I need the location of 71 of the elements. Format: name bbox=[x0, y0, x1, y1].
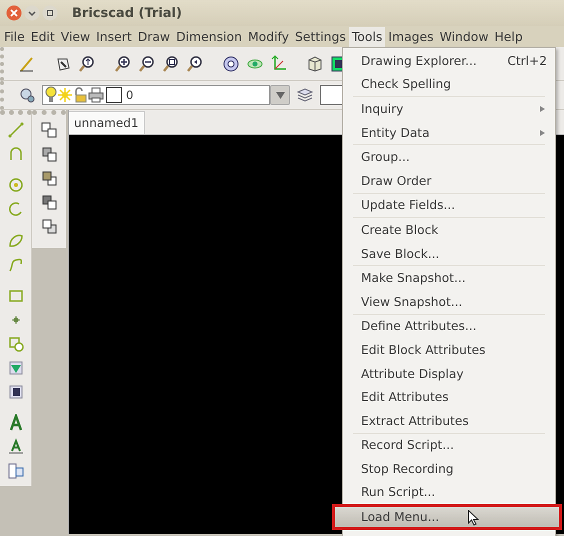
solid-icon[interactable] bbox=[6, 382, 24, 401]
bring-forward-icon[interactable] bbox=[40, 145, 58, 163]
submenu-arrow-icon bbox=[540, 130, 545, 136]
menu-item[interactable]: Insert bbox=[93, 26, 135, 46]
draw-order-icon[interactable] bbox=[40, 121, 58, 139]
cube-icon[interactable] bbox=[306, 54, 324, 72]
hatch-icon[interactable] bbox=[6, 358, 24, 377]
menu-item[interactable]: File bbox=[1, 26, 28, 46]
lightbulb-icon bbox=[45, 86, 57, 104]
bring-to-front-icon[interactable] bbox=[40, 193, 58, 211]
layer-states-icon[interactable] bbox=[18, 86, 36, 104]
caret-icon bbox=[276, 92, 284, 98]
menu-item[interactable]: Dimension bbox=[173, 26, 245, 46]
menu-item[interactable]: Images bbox=[385, 26, 437, 46]
padlock-icon bbox=[73, 87, 87, 103]
menu-item[interactable]: Edit Attributes bbox=[343, 385, 555, 409]
menu-item[interactable]: Settings bbox=[292, 26, 349, 46]
menu-item[interactable]: View Snapshot... bbox=[343, 290, 555, 314]
menu-item[interactable]: Stop Recording bbox=[343, 457, 555, 481]
menu-item[interactable]: Window bbox=[436, 26, 492, 46]
single-line-text-icon[interactable] bbox=[6, 438, 24, 456]
menu-item[interactable]: Load Menu... bbox=[333, 505, 561, 529]
ucs-axes-icon[interactable] bbox=[270, 54, 288, 72]
menu-item[interactable]: Make Snapshot... bbox=[343, 266, 555, 290]
send-backward-icon[interactable] bbox=[40, 169, 58, 187]
layers-icon[interactable] bbox=[296, 86, 314, 104]
layer-combo[interactable]: 0 bbox=[42, 85, 270, 105]
window-title: Bricscad (Trial) bbox=[72, 6, 182, 20]
zoom-previous-icon[interactable] bbox=[186, 54, 204, 72]
menu-item[interactable]: Attribute Display bbox=[343, 362, 555, 386]
menu-item[interactable]: Entity Data bbox=[343, 120, 555, 144]
zoom-out-icon[interactable] bbox=[138, 54, 156, 72]
send-to-back-icon[interactable] bbox=[40, 217, 58, 235]
menu-item[interactable]: Update Fields... bbox=[343, 194, 555, 218]
menu-item[interactable]: View bbox=[58, 26, 94, 46]
menu-item[interactable]: Check Spelling bbox=[343, 72, 555, 96]
submenu-arrow-icon bbox=[540, 106, 545, 112]
document-tab[interactable]: unnamed1 bbox=[69, 111, 144, 134]
menu-item[interactable]: Extract Attributes bbox=[343, 408, 555, 432]
maximize-icon[interactable] bbox=[42, 5, 58, 21]
menu-item[interactable]: Group... bbox=[343, 145, 555, 169]
region-icon[interactable] bbox=[6, 334, 24, 353]
zoom-window-icon[interactable] bbox=[162, 54, 180, 72]
table-icon[interactable] bbox=[6, 462, 24, 480]
menu-item[interactable]: Modify bbox=[244, 26, 292, 46]
menu-item[interactable]: Save Block... bbox=[343, 242, 555, 266]
shortcut-text: Ctrl+2 bbox=[507, 54, 547, 68]
close-icon[interactable] bbox=[6, 5, 22, 21]
printer-icon bbox=[88, 87, 104, 103]
zoom-realtime-icon[interactable] bbox=[78, 54, 96, 72]
menu-item[interactable]: Run Script... bbox=[343, 480, 555, 504]
menu-item[interactable]: Draw bbox=[134, 26, 174, 46]
dropdown-button[interactable] bbox=[270, 85, 290, 105]
orbit-icon[interactable] bbox=[222, 54, 240, 72]
layer-name: 0 bbox=[126, 88, 134, 102]
menu-item[interactable]: Define Attributes... bbox=[343, 314, 555, 338]
menu-item[interactable]: Edit Block Attributes bbox=[343, 338, 555, 362]
menu-item[interactable]: Tools bbox=[348, 26, 386, 46]
menu-item[interactable]: Drawing Explorer... Ctrl+2 bbox=[343, 49, 555, 73]
menu-item[interactable]: Inquiry bbox=[343, 97, 555, 121]
menu-item[interactable]: Create Block bbox=[343, 218, 555, 242]
mouse-pointer-icon bbox=[468, 510, 479, 526]
menu-item[interactable]: Help bbox=[491, 26, 526, 46]
menu-item[interactable]: Draw Order bbox=[343, 168, 555, 193]
menu-item[interactable]: Edit bbox=[28, 26, 58, 46]
zoom-in-icon[interactable] bbox=[114, 54, 132, 72]
sun-icon bbox=[58, 88, 72, 102]
color-swatch bbox=[106, 87, 122, 103]
minimize-icon[interactable] bbox=[24, 5, 40, 21]
menu-item[interactable]: Record Script... bbox=[343, 434, 555, 458]
pen-icon[interactable] bbox=[18, 54, 36, 72]
